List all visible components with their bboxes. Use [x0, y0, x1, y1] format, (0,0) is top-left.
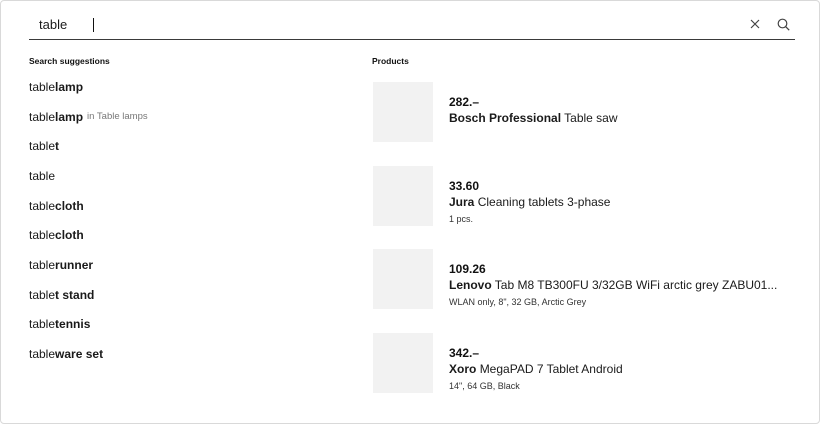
product-brand: Bosch Professional: [449, 111, 562, 125]
product-list: 282.– Bosch Professional Table saw 33.60…: [373, 82, 793, 416]
product-details: 14", 64 GB, Black: [449, 380, 520, 391]
suggestion-item[interactable]: table lamp in Table lamps: [29, 102, 349, 132]
product-image: [373, 165, 433, 226]
product-image: [373, 249, 433, 309]
product-brand: Jura: [449, 194, 475, 209]
product-info: 109.26 Lenovo Tab M8 TB300FU 3/32GB WiFi…: [449, 262, 789, 309]
product-price: 109.26: [449, 262, 486, 276]
product-card[interactable]: 33.60 Jura Cleaning tablets 3-phase 1 pc…: [373, 165, 793, 226]
product-info: 342.– Xoro MegaPAD 7 Tablet Android 14",…: [449, 346, 789, 393]
product-price: 342.–: [449, 345, 480, 360]
search-bar: [29, 9, 795, 40]
product-brand: Lenovo: [449, 278, 492, 292]
product-name: Lenovo Tab M8 TB300FU 3/32GB WiFi arctic…: [449, 277, 789, 293]
product-info: 282.– Bosch Professional Table saw: [449, 95, 789, 126]
text-cursor: [93, 18, 94, 32]
product-name: Jura Cleaning tablets 3-phase: [449, 194, 789, 210]
product-title: Cleaning tablets 3-phase: [477, 194, 611, 209]
search-input[interactable]: [29, 9, 729, 39]
search-button[interactable]: [775, 16, 791, 32]
suggestion-item[interactable]: table cloth: [29, 220, 349, 250]
suggestion-item[interactable]: table: [29, 161, 349, 191]
product-image: [373, 82, 433, 142]
suggestion-item[interactable]: table runner: [29, 250, 349, 280]
search-panel: Search suggestions Products table lamp t…: [0, 0, 820, 424]
product-image: [373, 332, 433, 393]
product-name: Bosch Professional Table saw: [449, 110, 789, 126]
suggestion-item[interactable]: table lamp: [29, 72, 349, 102]
product-card[interactable]: 282.– Bosch Professional Table saw: [373, 82, 793, 142]
product-brand: Xoro: [449, 361, 477, 376]
close-icon: [750, 19, 760, 29]
clear-button[interactable]: [747, 16, 763, 32]
product-price: 282.–: [449, 95, 480, 109]
suggestion-item[interactable]: table tennis: [29, 310, 349, 340]
product-card[interactable]: 109.26 Lenovo Tab M8 TB300FU 3/32GB WiFi…: [373, 249, 793, 309]
suggestion-list: table lamp table lamp in Table lamps tabl…: [29, 72, 349, 369]
product-title: Tab M8 TB300FU 3/32GB WiFi arctic grey Z…: [494, 278, 778, 292]
suggestion-item[interactable]: table t: [29, 131, 349, 161]
suggestion-item[interactable]: table ware set: [29, 339, 349, 369]
product-details: WLAN only, 8", 32 GB, Arctic Grey: [449, 297, 587, 307]
product-title: Table saw: [564, 111, 618, 125]
products-heading: Products: [372, 56, 409, 66]
suggestion-item[interactable]: table cloth: [29, 191, 349, 221]
product-name: Xoro MegaPAD 7 Tablet Android: [449, 361, 789, 377]
product-title: MegaPAD 7 Tablet Android: [479, 361, 623, 376]
search-icon: [777, 18, 790, 31]
product-details: 1 pcs.: [449, 213, 474, 224]
product-info: 33.60 Jura Cleaning tablets 3-phase 1 pc…: [449, 179, 789, 226]
product-card[interactable]: 342.– Xoro MegaPAD 7 Tablet Android 14",…: [373, 332, 793, 393]
suggestion-item[interactable]: table t stand: [29, 280, 349, 310]
suggestion-category: in Table lamps: [87, 111, 148, 123]
product-price: 33.60: [449, 178, 480, 193]
suggestions-heading: Search suggestions: [29, 56, 110, 66]
